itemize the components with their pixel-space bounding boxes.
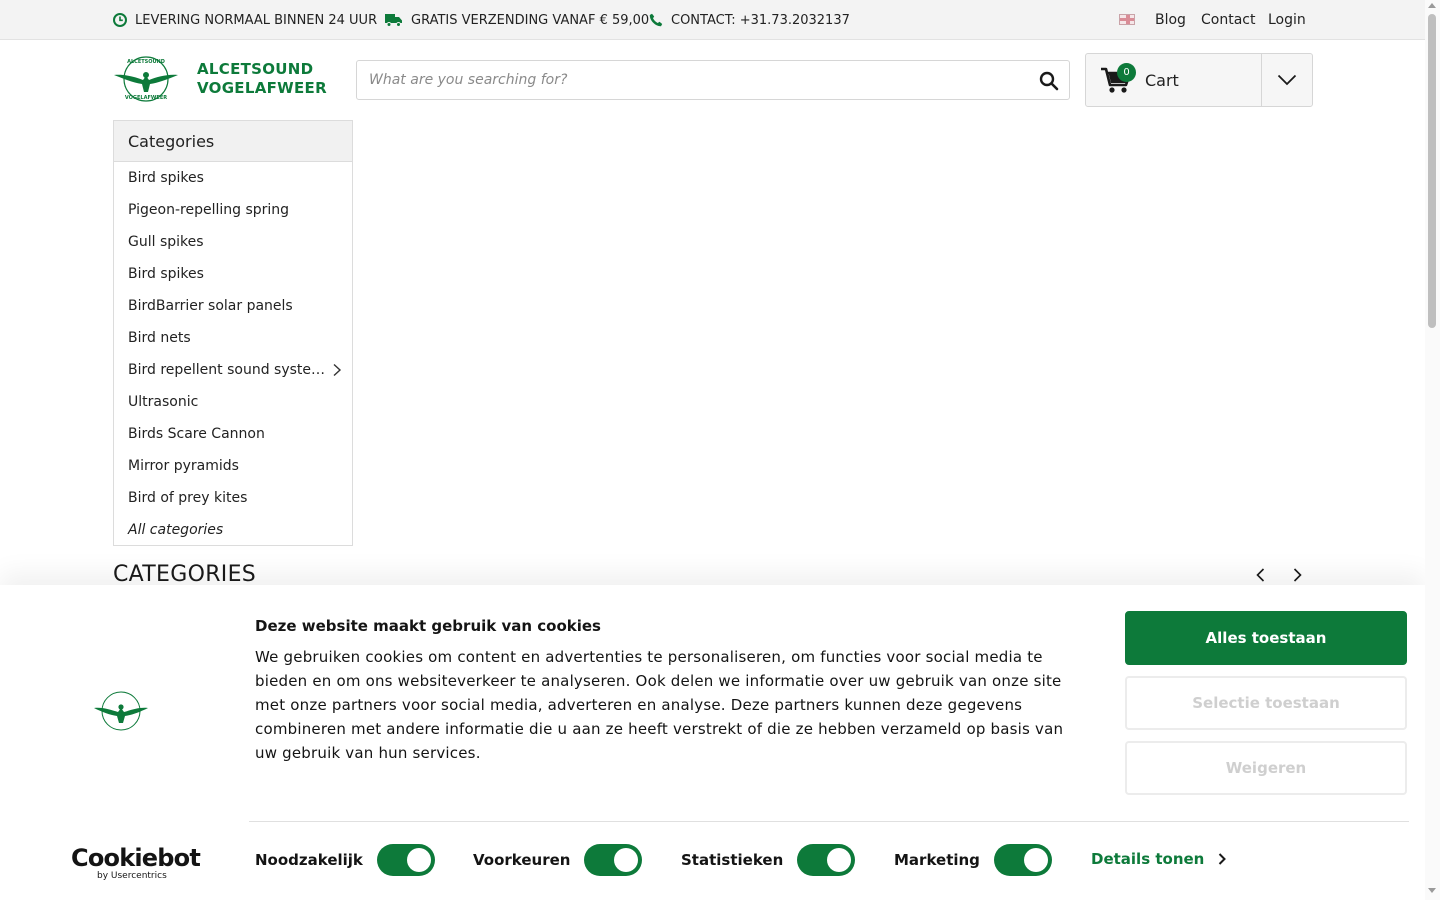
usp-contact: CONTACT: +31.73.2032137 bbox=[649, 0, 850, 40]
toggle-preferences-switch[interactable] bbox=[584, 844, 643, 876]
category-item[interactable]: Bird spikes bbox=[114, 162, 352, 194]
toggle-preferences-label: Voorkeuren bbox=[473, 851, 571, 869]
slider-prev-icon[interactable] bbox=[1252, 566, 1270, 584]
search-bar bbox=[356, 60, 1070, 100]
cart-widget: Cart 0 bbox=[1085, 53, 1313, 107]
cart-dropdown-button[interactable] bbox=[1262, 54, 1312, 106]
site-logo[interactable]: ALCETSOUND VOGELAFWEER ALCETSOUND VOGELA… bbox=[113, 55, 327, 103]
category-item[interactable]: Ultrasonic bbox=[114, 386, 352, 418]
toggle-necessary-switch[interactable] bbox=[376, 844, 435, 876]
language-flag-icon[interactable] bbox=[1119, 14, 1135, 25]
toggle-statistics-switch[interactable] bbox=[797, 844, 856, 876]
details-link[interactable]: Details tonen bbox=[1091, 850, 1227, 868]
usp-delivery: LEVERING NORMAAL BINNEN 24 UUR bbox=[113, 0, 377, 40]
categories-title: Categories bbox=[114, 121, 352, 162]
category-item[interactable]: Pigeon-repelling spring bbox=[114, 194, 352, 226]
cookie-title: Deze website maakt gebruik van cookies bbox=[255, 617, 601, 635]
svg-text:ALCETSOUND: ALCETSOUND bbox=[127, 59, 165, 65]
category-item[interactable]: Gull spikes bbox=[114, 226, 352, 258]
cart-button[interactable]: Cart bbox=[1086, 54, 1261, 106]
top-bar: LEVERING NORMAAL BINNEN 24 UUR GRATIS VE… bbox=[0, 0, 1425, 40]
category-item[interactable]: BirdBarrier solar panels bbox=[114, 290, 352, 322]
top-link-contact[interactable]: Contact bbox=[1201, 0, 1255, 40]
slider-next-icon[interactable] bbox=[1288, 566, 1306, 584]
cookiebot-logo: Cookiebot by Usercentrics bbox=[71, 844, 201, 881]
cookie-banner: Deze website maakt gebruik van cookies W… bbox=[0, 585, 1425, 900]
cart-label: Cart bbox=[1145, 70, 1179, 90]
categories-list: Bird spikes Pigeon-repelling spring Gull… bbox=[114, 162, 352, 546]
usp-shipping-text: GRATIS VERZENDING VANAF € 59,00 bbox=[411, 12, 650, 28]
category-item-label: Bird repellent sound syste… bbox=[128, 362, 326, 378]
category-item[interactable]: Birds Scare Cannon bbox=[114, 418, 352, 450]
top-link-login[interactable]: Login bbox=[1268, 0, 1306, 40]
phone-icon bbox=[649, 13, 663, 27]
toggle-marketing-label: Marketing bbox=[894, 851, 980, 869]
toggle-marketing-switch[interactable] bbox=[993, 844, 1052, 876]
usp-shipping: GRATIS VERZENDING VANAF € 59,00 bbox=[385, 0, 649, 40]
scroll-down-icon[interactable] bbox=[1428, 888, 1436, 893]
toggle-statistics: Statistieken bbox=[681, 843, 856, 877]
category-item-all[interactable]: All categories bbox=[114, 514, 352, 546]
logo-line-2: VOGELAFWEER bbox=[197, 79, 327, 97]
bird-logo-icon: ALCETSOUND VOGELAFWEER bbox=[114, 56, 178, 102]
search-input[interactable] bbox=[357, 61, 1017, 99]
cart-count-badge: 0 bbox=[1117, 63, 1136, 82]
categories-menu: Categories Bird spikes Pigeon-repelling … bbox=[113, 120, 353, 546]
toggle-marketing: Marketing bbox=[894, 843, 1052, 877]
chevron-right-icon bbox=[1219, 853, 1227, 865]
allow-selection-button[interactable]: Selectie toestaan bbox=[1125, 676, 1407, 730]
chevron-down-icon bbox=[1277, 74, 1297, 86]
toggle-necessary-label: Noodzakelijk bbox=[255, 851, 363, 869]
scroll-up-icon[interactable] bbox=[1428, 3, 1436, 8]
chevron-right-icon bbox=[333, 363, 342, 377]
scrollbar-thumb[interactable] bbox=[1428, 14, 1436, 328]
usp-delivery-text: LEVERING NORMAAL BINNEN 24 UUR bbox=[135, 12, 378, 28]
cookie-text: We gebruiken cookies om content en adver… bbox=[255, 648, 1064, 762]
category-item[interactable]: Bird spikes bbox=[114, 258, 352, 290]
toggle-preferences: Voorkeuren bbox=[473, 843, 643, 877]
cookiebot-brand-sub: by Usercentrics bbox=[97, 871, 167, 881]
category-item[interactable]: Bird nets bbox=[114, 322, 352, 354]
deny-button[interactable]: Weigeren bbox=[1125, 741, 1407, 795]
section-title: CATEGORIES bbox=[113, 562, 257, 587]
toggle-statistics-label: Statistieken bbox=[681, 851, 784, 869]
allow-all-button[interactable]: Alles toestaan bbox=[1125, 611, 1407, 665]
logo-line-1: ALCETSOUND bbox=[197, 60, 314, 78]
category-item[interactable]: Mirror pyramids bbox=[114, 450, 352, 482]
cookiebot-brand: Cookiebot bbox=[71, 844, 201, 872]
clock-icon bbox=[113, 13, 127, 27]
top-link-blog[interactable]: Blog bbox=[1155, 0, 1186, 40]
logo-text: ALCETSOUND VOGELAFWEER bbox=[197, 60, 327, 98]
search-icon[interactable] bbox=[1039, 71, 1059, 91]
svg-text:VOGELAFWEER: VOGELAFWEER bbox=[125, 95, 167, 101]
page-scrollbar[interactable] bbox=[1425, 0, 1440, 900]
toggle-necessary: Noodzakelijk bbox=[255, 843, 435, 877]
category-item[interactable]: Bird of prey kites bbox=[114, 482, 352, 514]
category-item-sound-systems[interactable]: Bird repellent sound syste… bbox=[114, 354, 352, 386]
cookie-divider bbox=[249, 821, 1409, 822]
details-label: Details tonen bbox=[1091, 850, 1205, 868]
truck-icon bbox=[385, 14, 402, 27]
site-logo-small-icon bbox=[94, 691, 148, 731]
usp-contact-text: CONTACT: +31.73.2032137 bbox=[671, 12, 850, 28]
